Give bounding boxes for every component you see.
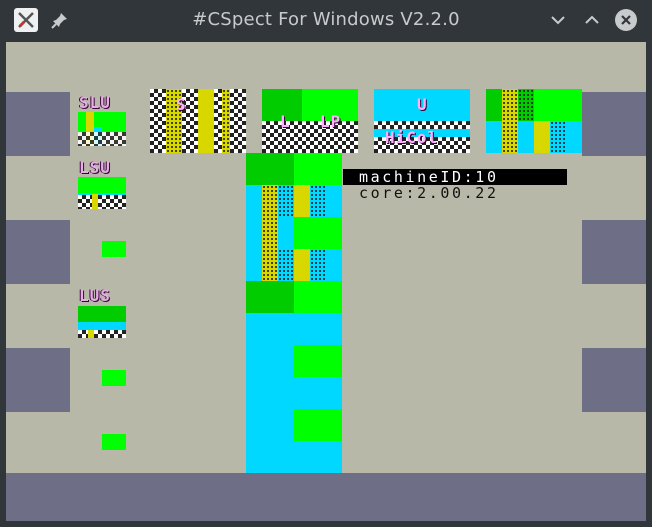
close-icon[interactable] (614, 8, 638, 32)
layer-block (78, 195, 126, 209)
layer-block (246, 313, 342, 345)
layer-block (294, 217, 342, 249)
layer-block (310, 185, 326, 217)
emulator-screen[interactable]: SLU LSU LUS S L LP U HiCol machineID:10 … (6, 42, 646, 521)
layer-block (294, 153, 342, 185)
layer-block (78, 322, 126, 330)
layer-block (294, 249, 310, 281)
layer-block (262, 121, 358, 153)
layer-block (294, 377, 342, 409)
layer-block (246, 281, 294, 313)
layer-block (246, 345, 294, 473)
layer-block (78, 132, 126, 146)
border-stripe (6, 42, 70, 92)
layer-block (78, 306, 126, 322)
label-u: U (417, 95, 428, 114)
border-stripe (582, 156, 646, 220)
chevron-down-icon[interactable] (546, 8, 570, 32)
layer-block (246, 153, 294, 185)
green-marker (102, 241, 126, 257)
layer-block (278, 249, 294, 281)
border-stripe (582, 412, 646, 473)
label-lus: LUS (79, 286, 111, 305)
layer-block (294, 345, 342, 377)
label-hicol: HiCol (385, 128, 439, 147)
label-slu: SLU (79, 93, 111, 112)
layer-block (78, 330, 126, 338)
border-stripe (6, 284, 70, 348)
layer-block (310, 249, 326, 281)
green-marker (102, 370, 126, 386)
label-lp: LP (320, 112, 342, 131)
chevron-up-icon[interactable] (580, 8, 604, 32)
layer-block (294, 185, 310, 217)
title-bar: #CSpect For Windows V2.2.0 (0, 0, 652, 40)
layer-block (294, 441, 342, 473)
layer-block (550, 121, 566, 153)
label-l: L (280, 112, 291, 131)
layer-block (502, 89, 518, 153)
label-lsu: LSU (79, 158, 111, 177)
layer-block (534, 121, 550, 153)
label-s: S (176, 95, 187, 114)
layer-block (222, 89, 230, 153)
green-marker (102, 434, 126, 450)
border-stripe (582, 42, 646, 92)
layer-block (294, 281, 342, 313)
layer-block (518, 89, 534, 121)
layer-block (88, 330, 94, 338)
layer-block (78, 177, 126, 193)
layer-block (198, 89, 214, 153)
layer-block (278, 185, 294, 217)
border-stripe (6, 156, 70, 220)
layer-block (92, 194, 98, 209)
border-stripe (6, 412, 70, 473)
machine-id-text: machineID:10 (343, 169, 567, 185)
layer-block (486, 89, 502, 121)
layer-block (262, 217, 278, 281)
layer-block (262, 185, 278, 217)
border-stripe (582, 284, 646, 348)
layer-block (294, 409, 342, 441)
core-version-text: core:2.00.22 (359, 184, 499, 202)
